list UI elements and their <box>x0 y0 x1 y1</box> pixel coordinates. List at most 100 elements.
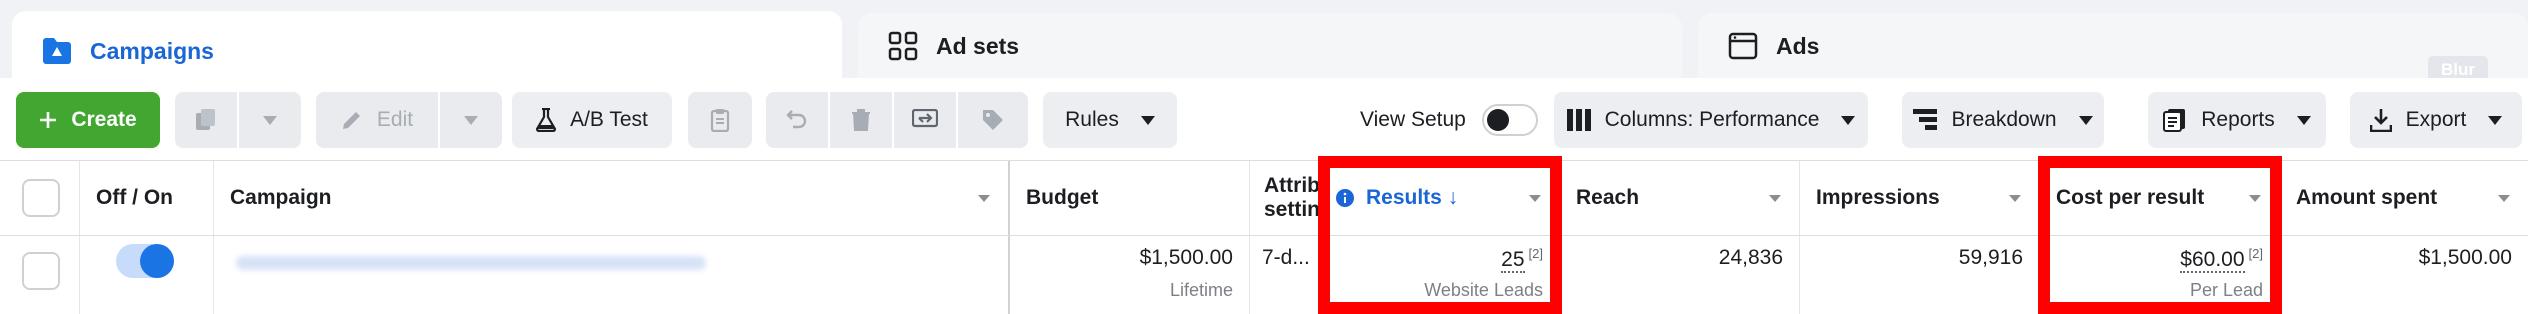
swap-icon <box>912 109 938 131</box>
select-all-checkbox[interactable] <box>22 179 60 217</box>
rules-button[interactable]: Rules <box>1043 92 1177 148</box>
chevron-down-icon[interactable] <box>2249 195 2261 202</box>
chevron-down-icon <box>464 115 478 125</box>
view-setup-label: View Setup <box>1360 108 1466 131</box>
ab-test-label: A/B Test <box>570 108 648 131</box>
cost-per-result-cell[interactable]: $60.00 [2] Per Lead <box>2040 236 2280 314</box>
undo-icon <box>786 109 808 131</box>
delete-button[interactable] <box>830 92 892 148</box>
download-icon <box>2369 108 2392 132</box>
results-sub: Website Leads <box>1424 280 1543 300</box>
campaigns-table: Off / On Campaign Budget Attrib settin R… <box>0 160 2528 314</box>
tab-campaigns-label: Campaigns <box>90 37 214 64</box>
create-button-label: Create <box>71 108 137 131</box>
chevron-down-icon[interactable] <box>2009 195 2021 202</box>
breakdown-icon <box>1913 109 1938 131</box>
results-value[interactable]: 25 <box>1501 248 1525 273</box>
columns-icon <box>1566 109 1591 131</box>
chevron-down-icon <box>1841 115 1856 125</box>
cost-value-wrap: $60.00 [2] <box>2180 246 2263 273</box>
chevron-down-icon[interactable] <box>2498 195 2510 202</box>
col-attribution-label-1: Attrib <box>1264 174 1320 197</box>
breakdown-button[interactable]: Breakdown <box>1902 92 2104 148</box>
col-reach[interactable]: Reach <box>1560 161 1800 235</box>
attribution-cell: 7-d... <box>1250 236 1320 314</box>
budget-sub: Lifetime <box>1169 280 1233 300</box>
edit-button[interactable]: Edit <box>316 92 438 148</box>
ab-test-button[interactable]: A/B Test <box>512 92 672 148</box>
table-header-row: Off / On Campaign Budget Attrib settin R… <box>0 160 2528 236</box>
col-results-label: Results ↓ <box>1366 186 1459 209</box>
duplicate-button[interactable] <box>175 92 237 148</box>
view-setup-toggle[interactable] <box>1481 104 1538 136</box>
duplicate-icon <box>193 107 219 133</box>
col-campaign[interactable]: Campaign <box>214 161 1010 235</box>
breakdown-label: Breakdown <box>1951 108 2057 131</box>
tab-ad-sets-label: Ad sets <box>936 32 1020 59</box>
col-cost-per-result[interactable]: Cost per result <box>2040 161 2280 235</box>
impressions-value: 59,916 <box>1958 246 2023 269</box>
col-budget-label: Budget <box>1026 186 1099 209</box>
reports-button[interactable]: Reports <box>2148 92 2326 148</box>
toolbar: Create Edit A/B Test Rules View Setup Co… <box>0 78 2528 158</box>
chevron-down-icon <box>2078 115 2093 125</box>
info-icon[interactable] <box>1336 189 1354 207</box>
columns-button[interactable]: Columns: Performance <box>1554 92 1868 148</box>
export-label: Export <box>2405 108 2467 131</box>
view-setup: View Setup <box>1360 92 1538 148</box>
col-attribution-label-2: settin <box>1264 198 1320 221</box>
results-cell[interactable]: 25 [2] Website Leads <box>1320 236 1560 314</box>
reports-label: Reports <box>2201 108 2275 131</box>
table-row[interactable]: $1,500.00 Lifetime 7-d... 25 [2] Website … <box>0 236 2528 314</box>
attribution-value: 7-d... <box>1262 246 1310 269</box>
reports-icon <box>2163 108 2187 132</box>
tag-button[interactable] <box>958 92 1028 148</box>
select-all-cell <box>0 161 80 235</box>
col-impressions[interactable]: Impressions <box>1800 161 2040 235</box>
col-amount-spent[interactable]: Amount spent <box>2280 161 2528 235</box>
chevron-down-icon <box>2296 115 2311 125</box>
row-toggle-cell <box>80 236 214 314</box>
col-impressions-label: Impressions <box>1816 186 1940 209</box>
impressions-cell: 59,916 <box>1800 236 2040 314</box>
reach-cell: 24,836 <box>1560 236 1800 314</box>
campaign-name-blurred[interactable] <box>236 256 706 270</box>
row-select-cell <box>0 236 80 314</box>
budget-cell[interactable]: $1,500.00 Lifetime <box>1010 236 1250 314</box>
edit-dropdown[interactable] <box>440 92 502 148</box>
col-results[interactable]: Results ↓ <box>1320 161 1560 235</box>
chevron-down-icon[interactable] <box>1529 195 1541 202</box>
cost-per-result-sub: Per Lead <box>2189 280 2263 300</box>
chevron-down-icon[interactable] <box>978 195 990 202</box>
clipboard-button[interactable] <box>688 92 752 148</box>
chevron-down-icon[interactable] <box>1769 195 1781 202</box>
tab-ads[interactable]: Ads Blur <box>1698 13 2528 84</box>
undo-button[interactable] <box>766 92 828 148</box>
col-off-on-label: Off / On <box>96 186 173 209</box>
tab-ad-sets[interactable]: Ad sets <box>858 13 1682 79</box>
campaign-on-off-toggle[interactable] <box>116 244 174 278</box>
ads-window-icon <box>1728 31 1758 61</box>
row-checkbox[interactable] <box>22 252 60 290</box>
col-attribution[interactable]: Attrib settin <box>1250 161 1320 235</box>
amount-spent-cell: $1,500.00 <box>2280 236 2528 314</box>
chevron-down-icon <box>2488 115 2503 125</box>
adsets-grid-icon <box>888 31 918 61</box>
campaigns-folder-icon <box>42 36 72 66</box>
col-amount-spent-label: Amount spent <box>2296 186 2438 209</box>
col-reach-label: Reach <box>1576 186 1640 209</box>
swap-button[interactable] <box>894 92 956 148</box>
cost-per-result-value[interactable]: $60.00 <box>2180 248 2245 273</box>
create-button[interactable]: Create <box>16 92 160 148</box>
reach-value: 24,836 <box>1718 246 1783 269</box>
trash-icon <box>851 109 871 131</box>
results-value-wrap: 25 [2] <box>1501 246 1543 273</box>
export-button[interactable]: Export <box>2350 92 2522 148</box>
budget-value: $1,500.00 <box>1139 246 1233 269</box>
col-off-on[interactable]: Off / On <box>80 161 214 235</box>
duplicate-dropdown[interactable] <box>239 92 301 148</box>
col-cost-per-result-label: Cost per result <box>2056 186 2205 209</box>
cost-footnote: [2] <box>2248 246 2263 261</box>
col-budget[interactable]: Budget <box>1010 161 1250 235</box>
campaign-name-cell[interactable] <box>214 236 1010 314</box>
